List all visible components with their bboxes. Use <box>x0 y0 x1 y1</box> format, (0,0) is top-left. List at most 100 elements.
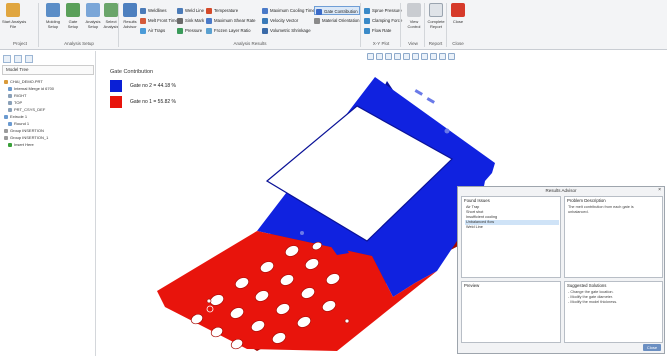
view-manager-icon[interactable] <box>421 53 428 60</box>
shear-rate-icon <box>206 17 212 24</box>
frozen-layer-ratio-button[interactable]: Frozen Layer Ratio <box>206 26 251 35</box>
flow-rate-button[interactable]: Flow Rate <box>364 26 391 35</box>
repaint-icon[interactable] <box>394 53 401 60</box>
gate-setup-button[interactable]: Gate Setup <box>62 3 84 41</box>
tree-item[interactable]: PRT_CSYS_DEF <box>8 107 45 113</box>
sink-mark-button[interactable]: Sink Mark <box>177 16 204 25</box>
maximum-shear-rate-button[interactable]: Maximum Shear Rate <box>206 16 256 25</box>
zoom-out-icon[interactable] <box>385 53 392 60</box>
group-label-analysis-results: Analysis Results <box>233 41 267 46</box>
model-tree-tab-icon[interactable] <box>3 55 11 63</box>
temperature-button[interactable]: Temperature <box>206 6 238 15</box>
favorites-tab-icon[interactable] <box>25 55 33 63</box>
mold-setup-icon <box>46 3 60 17</box>
weld-line-button[interactable]: Weld Line <box>177 6 204 15</box>
model-tree-header[interactable]: Model Tree <box>2 65 94 75</box>
datum-display-icon[interactable] <box>430 53 437 60</box>
issue-item[interactable]: Weld Line <box>465 225 559 230</box>
close-button[interactable]: Close <box>447 3 469 41</box>
dialog-close-button[interactable]: Close <box>643 344 661 351</box>
problem-description-pane: Problem Description The melt contributio… <box>564 196 663 278</box>
legend-entry: Gate no 2 = 44.18 % <box>110 80 176 92</box>
saved-views-icon[interactable] <box>412 53 419 60</box>
air-traps-button[interactable]: Air Traps <box>140 26 165 35</box>
tree-item[interactable]: RIGHT <box>8 93 26 99</box>
found-issues-pane: Found Issues Air Trap Short shot Insuffi… <box>461 196 561 278</box>
results-advisor-dialog: Results Advisor × Found Issues Air Trap … <box>457 186 665 354</box>
gate-setup-icon <box>66 3 80 17</box>
gate-contribution-icon <box>316 8 322 15</box>
tree-item[interactable]: CHAI_DEMO.PRT <box>4 79 43 85</box>
air-trap-icon <box>140 27 146 34</box>
suggested-solutions-title: Suggested Solutions <box>567 283 607 288</box>
suggested-solutions-pane: Suggested Solutions - Change the gate lo… <box>564 281 663 343</box>
preview-title: Preview <box>464 283 480 288</box>
weldlines-button[interactable]: Weldlines <box>140 6 167 15</box>
legend-title: Gate Contribution <box>110 69 154 75</box>
display-style-icon[interactable] <box>403 53 410 60</box>
preview-pane: Preview <box>461 281 561 343</box>
part-detail <box>426 97 435 104</box>
group-label-report: Report <box>428 41 443 46</box>
legend-entry: Gate no 1 = 55.82 % <box>110 96 176 108</box>
frozen-layer-icon <box>206 27 212 34</box>
gate-contribution-button[interactable]: Gate Contribution <box>314 6 360 15</box>
sprue-pressure-icon <box>364 7 370 14</box>
view-control-button[interactable]: View Control <box>403 3 425 41</box>
zoom-in-icon[interactable] <box>376 53 383 60</box>
problem-description-title: Problem Description <box>567 198 606 203</box>
refit-icon[interactable] <box>367 53 374 60</box>
sprue-pressure-button[interactable]: Sprue Pressure <box>364 6 402 15</box>
tree-item[interactable]: TOP <box>8 100 22 106</box>
melt-front-time-button[interactable]: Melt Front Time <box>140 16 178 25</box>
spin-center-icon[interactable] <box>448 53 455 60</box>
results-advisor-icon <box>123 3 137 17</box>
csys-icon <box>8 107 12 112</box>
datum-plane-icon <box>8 100 12 105</box>
group-label-view: View <box>408 41 418 46</box>
datum-plane-icon <box>8 93 12 98</box>
round-icon <box>8 121 12 126</box>
gate-contribution-legend: Gate Contribution Gate no 2 = 44.18 % Ga… <box>110 69 176 112</box>
tree-item[interactable]: Group INSERTION <box>4 128 44 134</box>
close-icon <box>451 3 465 17</box>
ribbon: Start Analysis File Molding Setup Gate S… <box>0 0 667 50</box>
material-orientation-button[interactable]: Material Orientation <box>314 16 360 25</box>
tree-item[interactable]: Internal Merge id 6700 <box>8 86 54 92</box>
legend-swatch-red <box>110 96 122 108</box>
merge-icon <box>8 86 12 91</box>
folder-run-icon <box>6 3 20 17</box>
complete-report-button[interactable]: Complete Report <box>425 3 447 41</box>
tree-item[interactable]: Extrude 1 <box>4 114 27 120</box>
weldlines-icon <box>140 7 146 14</box>
tree-item[interactable]: Insert Here <box>8 142 34 148</box>
pressure-button[interactable]: Pressure <box>177 26 202 35</box>
velocity-vector-button[interactable]: Velocity Vector <box>262 16 298 25</box>
group-label-project: Project <box>12 41 27 46</box>
tree-item[interactable]: Group INSERTION_1 <box>4 135 48 141</box>
analysis-setup-icon <box>86 3 100 17</box>
results-advisor-button[interactable]: Results Advisor <box>119 3 141 41</box>
start-analysis-file-button[interactable]: Start Analysis File <box>2 3 26 41</box>
left-panel: Model Tree CHAI_DEMO.PRT Internal Merge … <box>0 51 96 356</box>
legend-swatch-blue <box>110 80 122 92</box>
material-orientation-icon <box>314 17 320 24</box>
shrinkage-icon <box>262 27 268 34</box>
group-label-xy-plot: X-Y Plot <box>372 41 390 46</box>
dialog-close-icon[interactable]: × <box>658 187 661 194</box>
problem-text: unbalanced. <box>568 210 589 214</box>
tree-item[interactable]: Round 1 <box>8 121 29 127</box>
group-icon <box>4 135 8 140</box>
separator <box>400 3 401 47</box>
molding-setup-button[interactable]: Molding Setup <box>42 3 64 41</box>
maximum-cooling-time-button[interactable]: Maximum Cooling Time <box>262 6 315 15</box>
insert-here-icon <box>8 142 12 147</box>
cooling-time-icon <box>262 7 268 14</box>
report-icon <box>429 3 443 17</box>
volumetric-shrinkage-button[interactable]: Volumetric Shrinkage <box>262 26 311 35</box>
clamping-force-button[interactable]: Clamping Force <box>364 16 402 25</box>
annotation-display-icon[interactable] <box>439 53 446 60</box>
folder-browser-tab-icon[interactable] <box>14 55 22 63</box>
found-issues-title: Found Issues <box>464 198 490 203</box>
part-detail <box>300 231 304 235</box>
